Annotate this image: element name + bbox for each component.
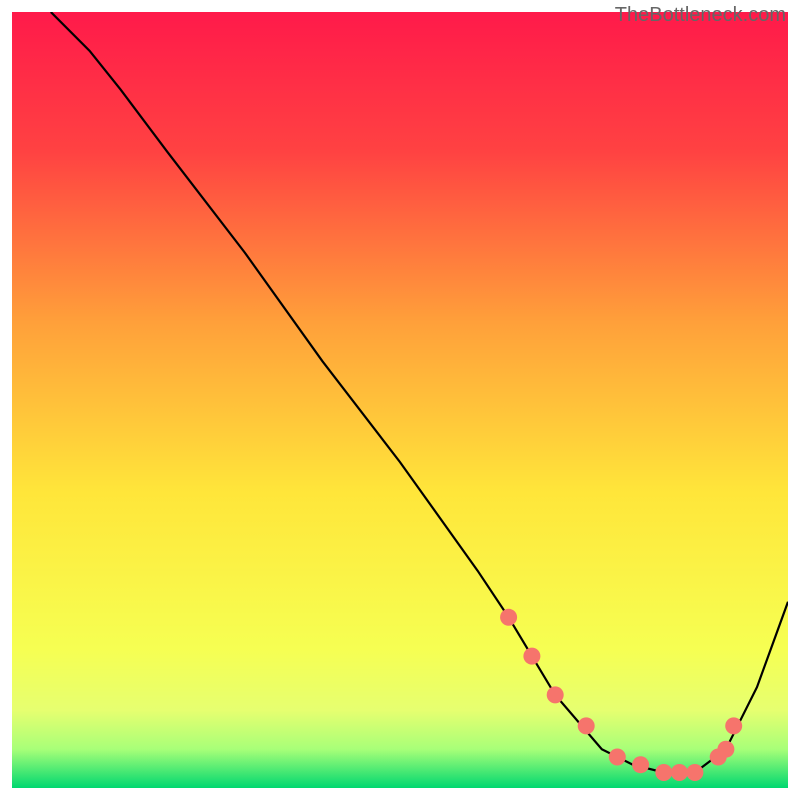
data-marker (523, 648, 540, 665)
data-marker (671, 764, 688, 781)
data-marker (500, 609, 517, 626)
marker-group (500, 609, 742, 781)
watermark-text: TheBottleneck.com (615, 4, 786, 27)
data-marker (578, 717, 595, 734)
chart-area (12, 12, 788, 788)
curve-layer (12, 12, 788, 788)
curve-line (51, 12, 788, 773)
data-marker (717, 741, 734, 758)
data-marker (655, 764, 672, 781)
data-marker (686, 764, 703, 781)
data-marker (632, 756, 649, 773)
data-marker (609, 749, 626, 766)
data-marker (547, 686, 564, 703)
data-marker (725, 717, 742, 734)
